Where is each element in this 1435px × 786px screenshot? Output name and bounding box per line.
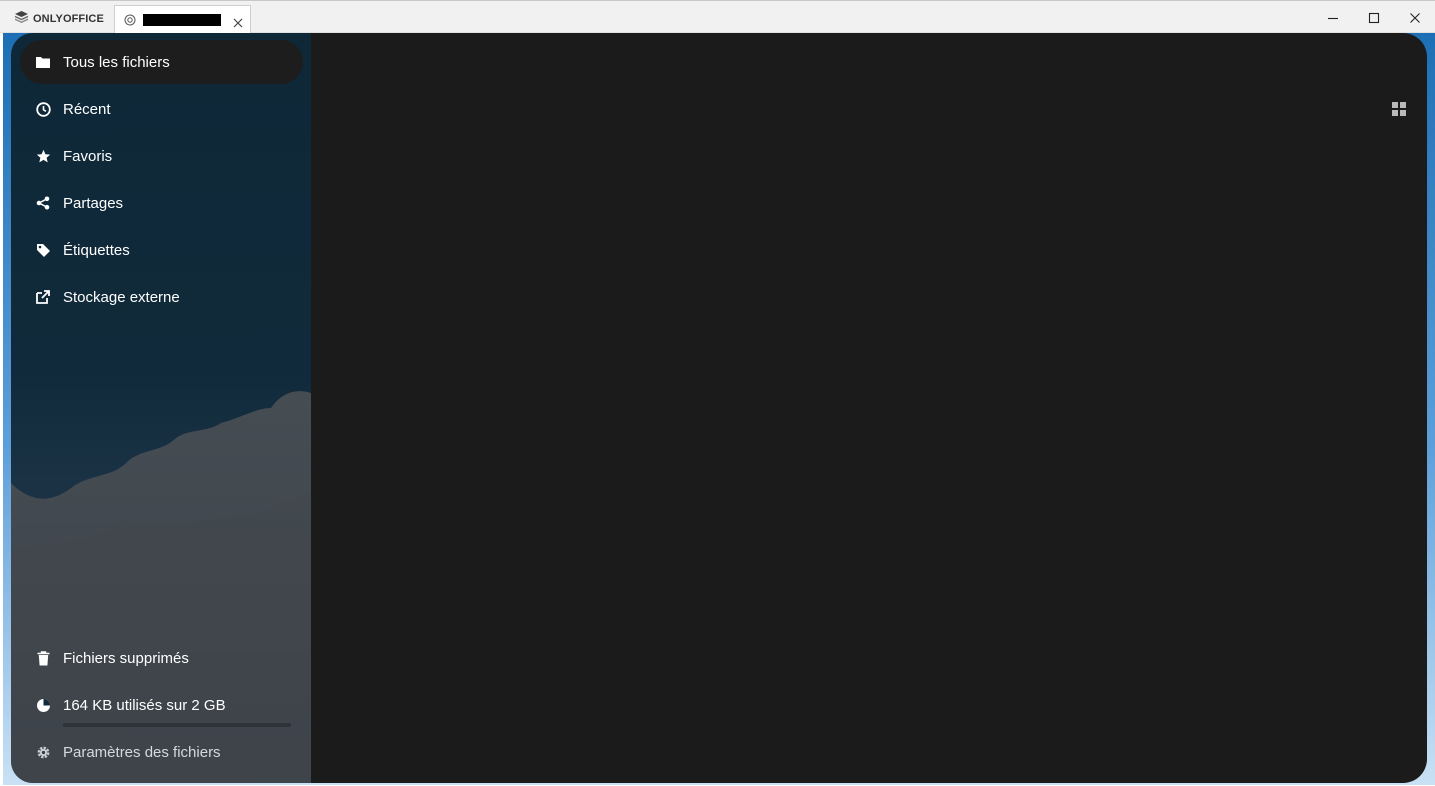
close-window-button[interactable]: [1405, 8, 1425, 28]
tag-icon: [34, 241, 52, 259]
close-tab-icon[interactable]: [233, 15, 243, 33]
sidebar-item-label: Favoris: [63, 148, 113, 165]
close-icon: [1410, 13, 1420, 23]
sidebar-item-label: Fichiers supprimés: [63, 650, 189, 667]
sidebar-item-label: Récent: [63, 101, 111, 118]
sidebar-item-tags[interactable]: Étiquettes: [20, 228, 303, 272]
maximize-icon: [1368, 12, 1380, 24]
sidebar-item-label: Étiquettes: [63, 242, 130, 259]
sidebar-item-favorites[interactable]: Favoris: [20, 134, 303, 178]
grid-view-icon[interactable]: [1392, 102, 1406, 116]
minimize-button[interactable]: [1323, 8, 1343, 28]
onlyoffice-logo-icon: [14, 10, 29, 29]
minimize-icon: [1328, 17, 1338, 20]
sidebar-item-label: Partages: [63, 195, 124, 212]
storage-quota: 164 KB utilisés sur 2 GB: [20, 683, 303, 727]
external-link-icon: [34, 288, 52, 306]
sidebar: Tous les fichiers Récent Favoris Partage…: [11, 33, 311, 783]
sidebar-item-shares[interactable]: Partages: [20, 181, 303, 225]
sidebar-item-file-settings[interactable]: Paramètres des fichiers: [20, 730, 303, 774]
gear-icon: [34, 743, 52, 761]
storage-quota-label: 164 KB utilisés sur 2 GB: [63, 697, 226, 714]
title-bar: ONLYOFFICE: [0, 0, 1435, 34]
app-brand[interactable]: ONLYOFFICE: [14, 10, 104, 29]
sidebar-item-label: Stockage externe: [63, 289, 180, 306]
folder-icon: [34, 53, 52, 71]
share-icon: [34, 194, 52, 212]
sidebar-item-recent[interactable]: Récent: [20, 87, 303, 131]
sidebar-item-all-files[interactable]: Tous les fichiers: [20, 40, 303, 84]
storage-progress-bar: [63, 723, 291, 727]
trash-icon: [34, 649, 52, 667]
tab-current[interactable]: [114, 5, 251, 34]
sidebar-item-label: Paramètres des fichiers: [63, 744, 221, 761]
sidebar-item-label: Tous les fichiers: [63, 54, 170, 71]
file-list-area: [311, 33, 1427, 783]
maximize-button[interactable]: [1364, 8, 1384, 28]
star-icon: [34, 147, 52, 165]
tab-title-redacted: [143, 14, 221, 26]
pie-chart-icon: [34, 696, 52, 714]
brand-label: ONLYOFFICE: [33, 13, 104, 25]
portal-icon: [124, 13, 136, 31]
clock-icon: [34, 100, 52, 118]
sidebar-item-trash[interactable]: Fichiers supprimés: [20, 636, 303, 680]
sidebar-item-external-storage[interactable]: Stockage externe: [20, 275, 303, 319]
